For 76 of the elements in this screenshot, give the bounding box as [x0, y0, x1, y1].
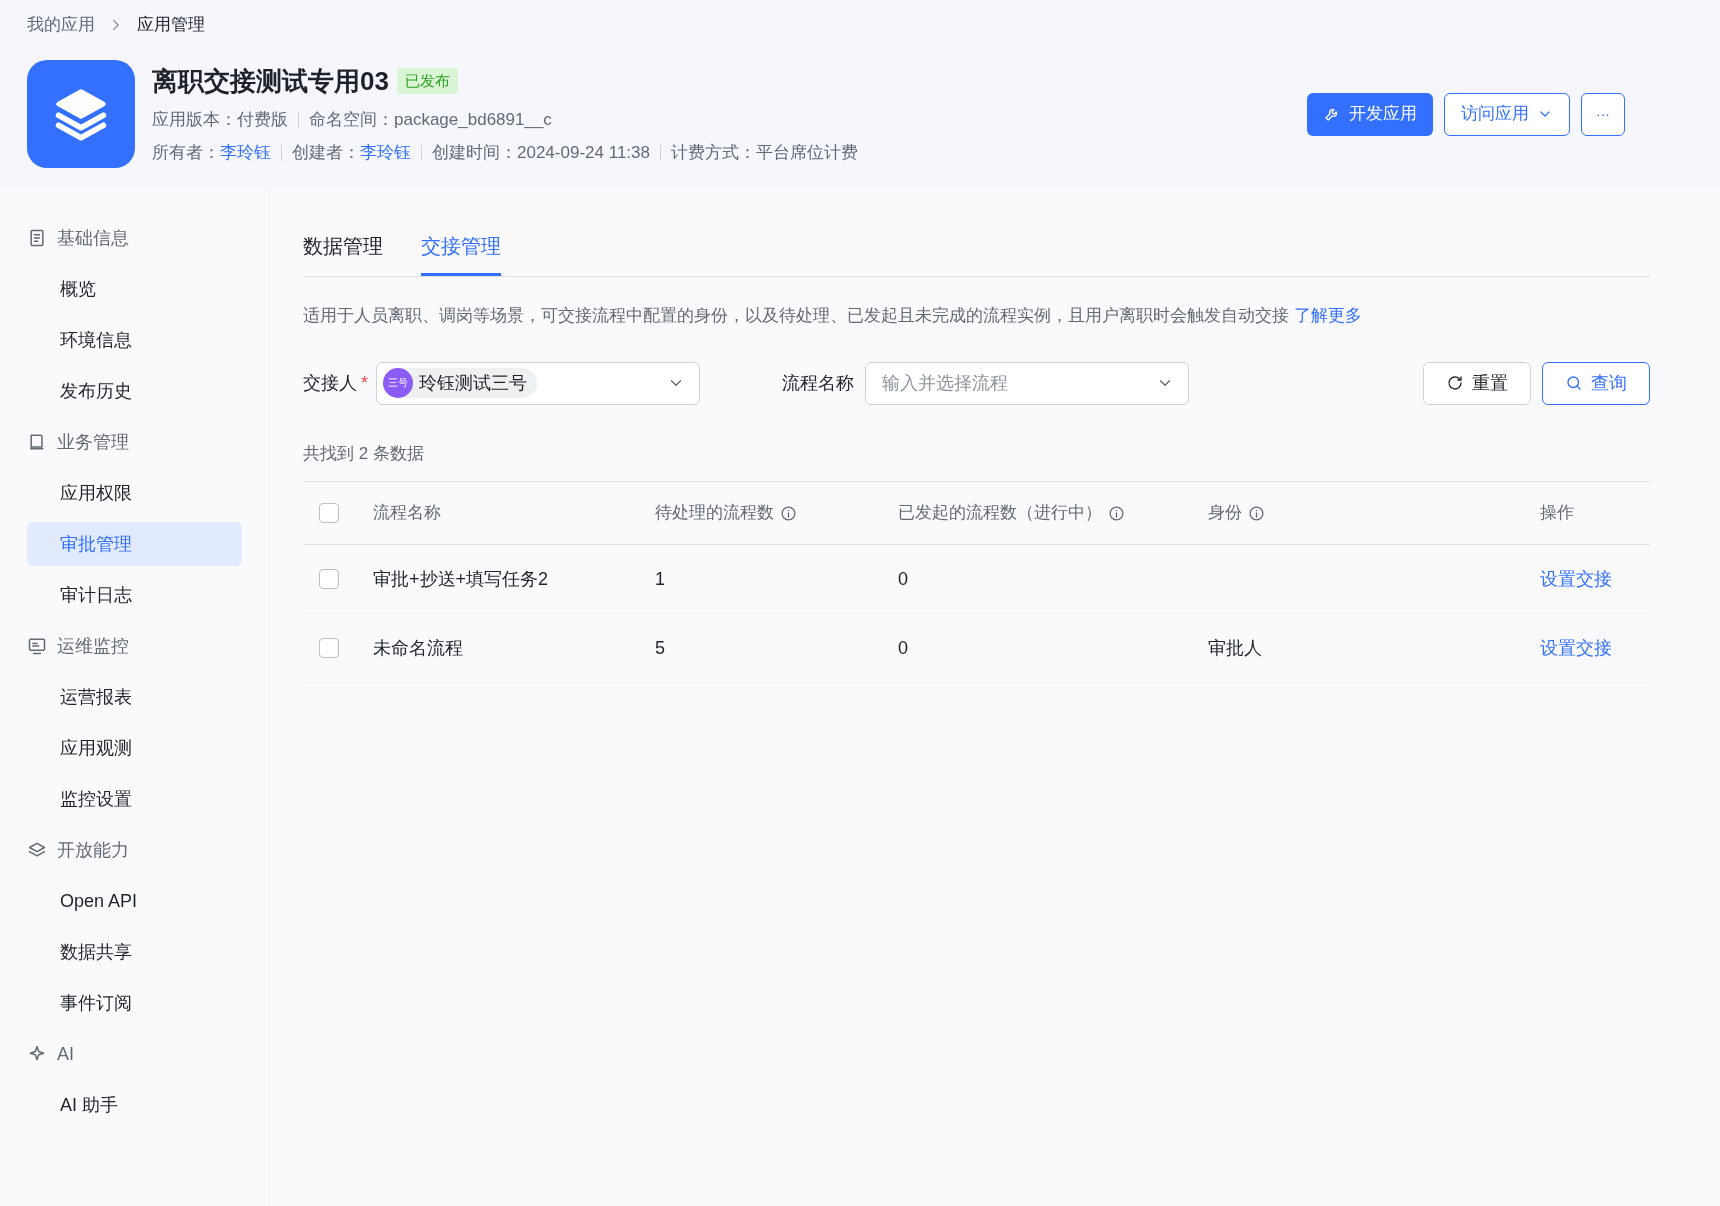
- tab[interactable]: 数据管理: [303, 231, 383, 276]
- sidebar-item[interactable]: 监控设置: [27, 777, 242, 821]
- assignee-select[interactable]: 三号 玲钰测试三号: [376, 361, 700, 405]
- visit-app-button[interactable]: 访问应用: [1444, 92, 1570, 136]
- user-link[interactable]: 李玲钰: [360, 140, 411, 166]
- search-icon: [1565, 374, 1583, 392]
- user-avatar: 三号: [383, 368, 413, 398]
- meta-value: 2024-09-24 11:38: [517, 142, 650, 165]
- user-tag: 三号 玲钰测试三号: [383, 368, 537, 398]
- column-header: 已发起的流程数（进行中）: [898, 502, 1102, 525]
- reset-button[interactable]: 重置: [1423, 361, 1531, 405]
- sidebar-item[interactable]: Open API: [27, 879, 242, 923]
- checkbox[interactable]: [319, 503, 339, 523]
- sidebar-item[interactable]: 应用观测: [27, 726, 242, 770]
- checkbox[interactable]: [319, 569, 339, 589]
- sidebar-item[interactable]: 审批管理: [27, 522, 242, 566]
- meta-label: 所有者：: [152, 142, 220, 165]
- required-mark: *: [361, 371, 368, 395]
- meta-label: 创建者：: [292, 142, 360, 165]
- info-icon: [1248, 504, 1265, 522]
- user-link[interactable]: 李玲钰: [220, 140, 271, 166]
- query-button[interactable]: 查询: [1542, 361, 1650, 405]
- checkbox[interactable]: [319, 638, 339, 658]
- tab[interactable]: 交接管理: [421, 231, 501, 276]
- set-handover-link[interactable]: 设置交接: [1540, 634, 1650, 662]
- document-icon: [27, 228, 47, 248]
- sidebar-section[interactable]: 基础信息: [27, 216, 242, 260]
- more-button[interactable]: ···: [1581, 92, 1625, 136]
- table-cell-text: 0: [898, 567, 909, 591]
- info-icon: [1108, 504, 1125, 522]
- table-cell-text: 1: [655, 567, 666, 591]
- info-icon: [780, 504, 797, 522]
- meta-label: 创建时间：: [432, 142, 517, 165]
- column-header: 操作: [1540, 502, 1574, 525]
- sidebar-item[interactable]: 事件订阅: [27, 981, 242, 1025]
- sidebar-item[interactable]: 应用权限: [27, 471, 242, 515]
- column-header: 身份: [1208, 502, 1242, 525]
- sidebar-item[interactable]: 数据共享: [27, 930, 242, 974]
- table-cell-text: 审批+抄送+填写任务2: [373, 567, 550, 591]
- app-title: 离职交接测试专用03: [152, 64, 389, 98]
- field-label: 交接人: [303, 371, 357, 395]
- sidebar-section[interactable]: 开放能力: [27, 828, 242, 872]
- meta-label: 计费方式：: [670, 142, 756, 165]
- table-cell-text: 未命名流程: [373, 636, 464, 660]
- table-cell-text: 5: [655, 636, 666, 660]
- sidebar-item[interactable]: 发布历史: [27, 369, 242, 413]
- sidebar-section[interactable]: 业务管理: [27, 420, 242, 464]
- breadcrumb-item[interactable]: 应用管理: [137, 12, 205, 38]
- table-cell: 审批人: [1208, 637, 1262, 658]
- field-label: 流程名称: [782, 371, 854, 395]
- meta-value: package_bd6891__c: [394, 109, 552, 132]
- set-handover-link[interactable]: 设置交接: [1540, 565, 1650, 593]
- sidebar-item[interactable]: AI 助手: [27, 1083, 242, 1127]
- sidebar-item[interactable]: 运营报表: [27, 675, 242, 719]
- column-header: 待处理的流程数: [655, 502, 774, 525]
- column-header: 流程名称: [373, 502, 441, 525]
- description-text: 适用于人员离职、调岗等场景，可交接流程中配置的身份，以及待处理、已发起且未完成的流程实例，且用户离职时会触发自动交接 了解更多: [303, 305, 1363, 327]
- result-count: 共找到 2 条数据: [303, 442, 425, 465]
- develop-app-button[interactable]: 开发应用: [1307, 92, 1433, 136]
- sidebar-section[interactable]: 运维监控: [27, 624, 242, 668]
- process-select[interactable]: 输入并选择流程: [865, 361, 1189, 405]
- meta-label: 命名空间：: [309, 109, 394, 132]
- learn-more-link[interactable]: 了解更多: [1293, 306, 1362, 325]
- meta-value: 付费版: [237, 109, 288, 132]
- book-icon: [27, 432, 47, 452]
- sidebar-section[interactable]: AI: [27, 1032, 242, 1076]
- meta-label: 应用版本：: [152, 109, 237, 132]
- sidebar-item[interactable]: 审计日志: [27, 573, 242, 617]
- sidebar-item[interactable]: 概览: [27, 267, 242, 311]
- table-cell-text: 0: [898, 636, 909, 660]
- status-badge: 已发布: [396, 67, 458, 95]
- refresh-icon: [1446, 374, 1464, 392]
- breadcrumb-item[interactable]: 我的应用: [27, 12, 95, 38]
- monitor-icon: [27, 636, 47, 656]
- sidebar-item[interactable]: 环境信息: [27, 318, 242, 362]
- meta-value: 平台席位计费: [755, 142, 858, 165]
